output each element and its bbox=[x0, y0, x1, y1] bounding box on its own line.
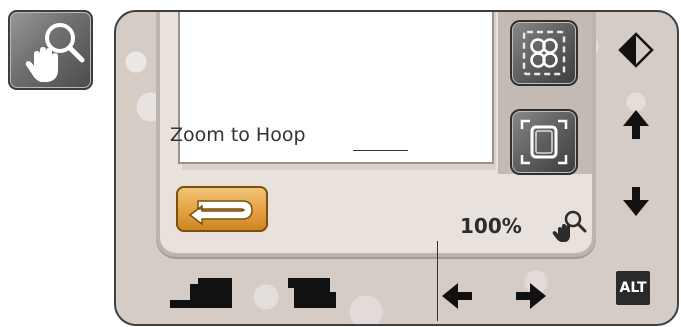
zoom-to-hoop-button[interactable] bbox=[510, 109, 578, 175]
presser-foot-up-icon bbox=[288, 278, 336, 308]
back-button[interactable] bbox=[176, 186, 268, 232]
mirror-button[interactable] bbox=[616, 30, 656, 70]
callout-line-hoop bbox=[353, 150, 408, 151]
alt-key-label: ALT bbox=[619, 280, 647, 296]
zoom-pan-small-icon bbox=[552, 210, 587, 242]
zoom-options-strip bbox=[498, 12, 592, 175]
move-left-button[interactable] bbox=[438, 276, 478, 320]
machine-panel: 100% ALT bbox=[114, 10, 679, 326]
arrow-right-icon bbox=[516, 283, 546, 309]
zoom-to-all-button[interactable] bbox=[510, 20, 578, 86]
callout-line-zoom-pan bbox=[437, 241, 438, 321]
arrow-down-icon bbox=[623, 187, 649, 216]
zoom-pan-icon bbox=[8, 10, 93, 90]
arrow-left-icon bbox=[442, 283, 472, 309]
move-right-button[interactable] bbox=[510, 276, 550, 320]
alt-key[interactable]: ALT bbox=[616, 271, 650, 305]
zoom-to-all-icon bbox=[522, 30, 566, 76]
zoom-to-hoop-icon bbox=[520, 119, 568, 165]
presser-foot-down-icon bbox=[170, 278, 232, 308]
move-up-button[interactable] bbox=[616, 104, 656, 144]
mirror-icon bbox=[618, 32, 654, 68]
move-down-button[interactable] bbox=[616, 182, 656, 222]
zoom-percentage: 100% bbox=[460, 214, 522, 238]
arrow-up-icon bbox=[623, 110, 649, 139]
presser-foot-down-button[interactable] bbox=[168, 274, 238, 318]
presser-foot-up-button[interactable] bbox=[284, 274, 340, 318]
callout-zoom-to-hoop: Zoom to Hoop bbox=[170, 124, 306, 146]
back-arrow-icon bbox=[188, 200, 253, 226]
zoom-pan-button[interactable] bbox=[548, 207, 588, 243]
